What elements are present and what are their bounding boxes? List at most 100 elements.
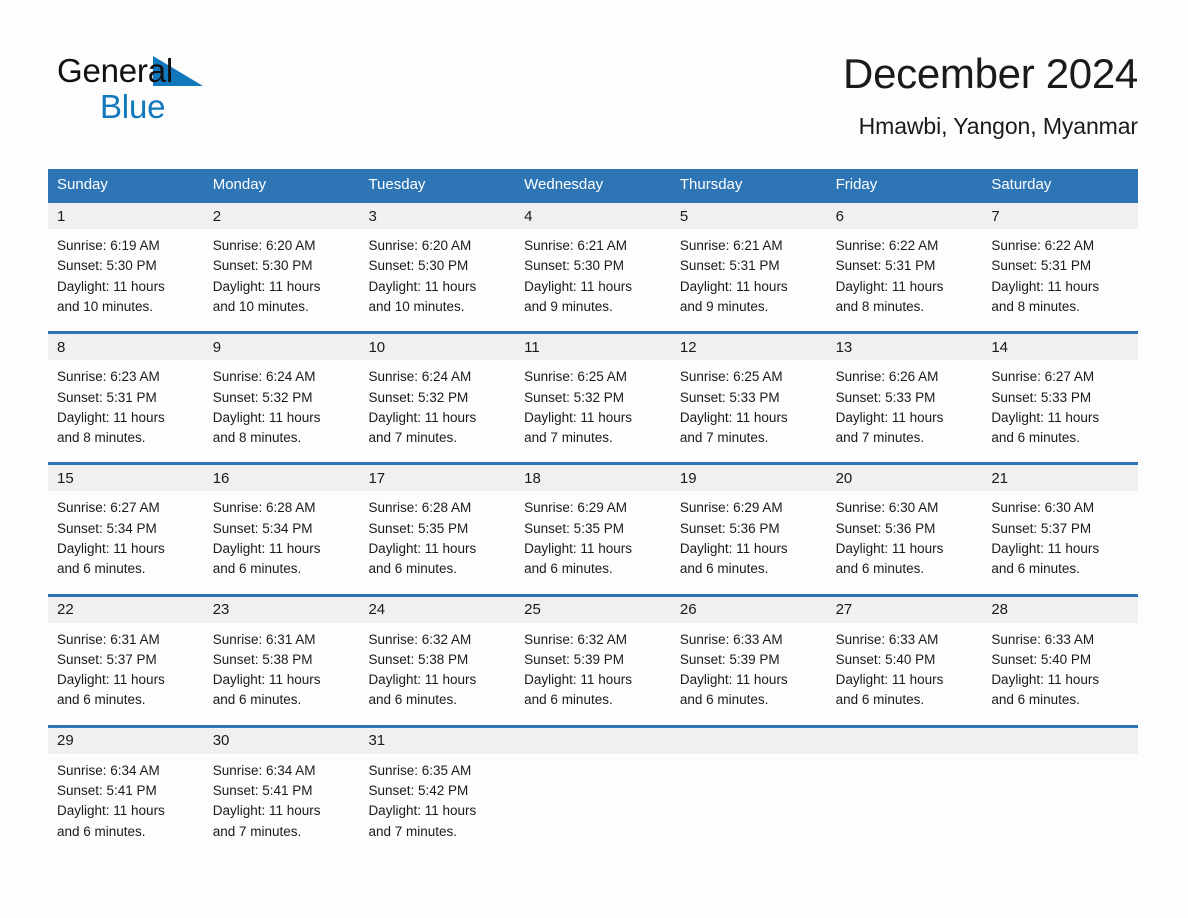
date-number: 9 (212, 338, 222, 356)
day-cell[interactable]: 19 Sunrise: 6:29 AM Sunset: 5:36 PM Dayl… (670, 465, 827, 593)
day-details: Sunrise: 6:25 AM Sunset: 5:33 PM Dayligh… (671, 360, 827, 448)
date-number: 13 (835, 338, 853, 356)
day-details: Sunrise: 6:29 AM Sunset: 5:35 PM Dayligh… (515, 491, 671, 579)
day-cell[interactable]: 10 Sunrise: 6:24 AM Sunset: 5:32 PM Dayl… (359, 334, 516, 462)
date-band: 15 (48, 465, 204, 492)
day-cell-empty (982, 727, 1139, 856)
daylight-text-line2: and 6 minutes. (835, 692, 925, 708)
sunset-text: Sunset: 5:38 PM (212, 651, 313, 667)
day-cell[interactable]: 28 Sunrise: 6:33 AM Sunset: 5:40 PM Dayl… (982, 596, 1139, 725)
daylight-text-line2: and 6 minutes. (679, 692, 769, 708)
day-cell[interactable]: 2 Sunrise: 6:20 AM Sunset: 5:30 PM Dayli… (203, 203, 360, 331)
day-cell[interactable]: 1 Sunrise: 6:19 AM Sunset: 5:30 PM Dayli… (48, 203, 204, 331)
dow-friday: Friday (835, 176, 878, 194)
daylight-text-line1: Daylight: 11 hours (212, 409, 321, 425)
day-cell[interactable]: 16 Sunrise: 6:28 AM Sunset: 5:34 PM Dayl… (203, 465, 360, 593)
daylight-text-line1: Daylight: 11 hours (57, 672, 165, 688)
day-cell[interactable]: 20 Sunrise: 6:30 AM Sunset: 5:36 PM Dayl… (826, 465, 983, 593)
sunset-text: Sunset: 5:30 PM (368, 258, 469, 274)
day-cell[interactable]: 8 Sunrise: 6:23 AM Sunset: 5:31 PM Dayli… (48, 334, 204, 462)
day-cell[interactable]: 6 Sunrise: 6:22 AM Sunset: 5:31 PM Dayli… (826, 203, 983, 331)
date-number: 17 (368, 469, 386, 487)
date-number: 31 (368, 732, 386, 750)
dow-thursday: Thursday (679, 176, 743, 194)
day-details: Sunrise: 6:33 AM Sunset: 5:39 PM Dayligh… (671, 623, 827, 711)
daylight-text-line2: and 6 minutes. (679, 561, 769, 577)
day-cell[interactable]: 17 Sunrise: 6:28 AM Sunset: 5:35 PM Dayl… (359, 465, 516, 593)
daylight-text-line2: and 6 minutes. (368, 692, 457, 708)
day-cell[interactable]: 22 Sunrise: 6:31 AM Sunset: 5:37 PM Dayl… (48, 596, 204, 725)
day-cell[interactable]: 3 Sunrise: 6:20 AM Sunset: 5:30 PM Dayli… (359, 203, 516, 331)
sunrise-text: Sunrise: 6:22 AM (835, 238, 939, 254)
day-details: Sunrise: 6:35 AM Sunset: 5:42 PM Dayligh… (359, 754, 515, 842)
calendar-page: General Blue December 2024 Hmawbi, Yango… (0, 0, 1188, 918)
day-cell[interactable]: 27 Sunrise: 6:33 AM Sunset: 5:40 PM Dayl… (826, 596, 983, 725)
day-cell[interactable]: 25 Sunrise: 6:32 AM Sunset: 5:39 PM Dayl… (515, 596, 671, 725)
day-details: Sunrise: 6:28 AM Sunset: 5:34 PM Dayligh… (204, 491, 360, 579)
week-row: 15 Sunrise: 6:27 AM Sunset: 5:34 PM Dayl… (48, 462, 1139, 593)
day-cell[interactable]: 9 Sunrise: 6:24 AM Sunset: 5:32 PM Dayli… (203, 334, 360, 462)
sunset-text: Sunset: 5:39 PM (524, 651, 624, 667)
day-cell[interactable]: 12 Sunrise: 6:25 AM Sunset: 5:33 PM Dayl… (670, 334, 827, 462)
date-band (515, 727, 671, 754)
day-cell[interactable]: 5 Sunrise: 6:21 AM Sunset: 5:31 PM Dayli… (670, 203, 827, 331)
day-cell[interactable]: 23 Sunrise: 6:31 AM Sunset: 5:38 PM Dayl… (203, 596, 360, 725)
day-cell[interactable]: 11 Sunrise: 6:25 AM Sunset: 5:32 PM Dayl… (515, 334, 671, 462)
date-band: 17 (359, 465, 516, 492)
date-band: 23 (203, 596, 360, 623)
daylight-text-line1: Daylight: 11 hours (212, 803, 321, 819)
week-row: 22 Sunrise: 6:31 AM Sunset: 5:37 PM Dayl… (48, 593, 1139, 725)
daylight-text-line2: and 6 minutes. (212, 692, 302, 708)
sunset-text: Sunset: 5:42 PM (368, 783, 469, 799)
date-band: 6 (826, 203, 983, 230)
day-cell[interactable]: 26 Sunrise: 6:33 AM Sunset: 5:39 PM Dayl… (670, 596, 827, 725)
day-cell[interactable]: 18 Sunrise: 6:29 AM Sunset: 5:35 PM Dayl… (515, 465, 671, 593)
day-cell[interactable]: 14 Sunrise: 6:27 AM Sunset: 5:33 PM Dayl… (982, 334, 1139, 462)
date-number: 10 (368, 338, 386, 356)
day-cell[interactable]: 7 Sunrise: 6:22 AM Sunset: 5:31 PM Dayli… (982, 203, 1139, 331)
date-band: 22 (48, 596, 204, 623)
daylight-text-line1: Daylight: 11 hours (524, 278, 632, 294)
daylight-text-line1: Daylight: 11 hours (368, 672, 477, 688)
sunrise-text: Sunrise: 6:33 AM (679, 631, 783, 647)
day-cell[interactable]: 15 Sunrise: 6:27 AM Sunset: 5:34 PM Dayl… (48, 465, 204, 593)
day-details: Sunrise: 6:20 AM Sunset: 5:30 PM Dayligh… (204, 229, 360, 317)
date-number: 27 (835, 601, 853, 619)
sunset-text: Sunset: 5:33 PM (679, 389, 780, 405)
date-number: 28 (991, 601, 1008, 619)
sunrise-text: Sunrise: 6:32 AM (368, 631, 472, 647)
date-band: 28 (982, 596, 1139, 623)
sunrise-text: Sunrise: 6:23 AM (57, 369, 160, 385)
sunrise-text: Sunrise: 6:28 AM (212, 500, 316, 516)
daylight-text-line2: and 7 minutes. (368, 823, 457, 839)
sunrise-text: Sunrise: 6:24 AM (368, 369, 472, 385)
daylight-text-line1: Daylight: 11 hours (679, 278, 788, 294)
daylight-text-line2: and 10 minutes. (368, 298, 465, 314)
date-number: 4 (524, 207, 533, 225)
dow-tuesday: Tuesday (368, 176, 426, 194)
daylight-text-line1: Daylight: 11 hours (679, 409, 788, 425)
daylight-text-line1: Daylight: 11 hours (57, 803, 165, 819)
day-details: Sunrise: 6:24 AM Sunset: 5:32 PM Dayligh… (359, 360, 515, 448)
date-band: 30 (203, 727, 360, 754)
daylight-text-line1: Daylight: 11 hours (57, 409, 165, 425)
day-cell[interactable]: 13 Sunrise: 6:26 AM Sunset: 5:33 PM Dayl… (826, 334, 983, 462)
day-details: Sunrise: 6:24 AM Sunset: 5:32 PM Dayligh… (204, 360, 360, 448)
day-cell[interactable]: 29 Sunrise: 6:34 AM Sunset: 5:41 PM Dayl… (48, 727, 204, 856)
day-cell[interactable]: 30 Sunrise: 6:34 AM Sunset: 5:41 PM Dayl… (203, 727, 360, 856)
day-of-week-header-row: Sunday Monday Tuesday Wednesday Thursday… (48, 169, 1138, 201)
date-band: 31 (359, 727, 516, 754)
date-number: 3 (368, 207, 377, 225)
day-details: Sunrise: 6:25 AM Sunset: 5:32 PM Dayligh… (515, 360, 671, 448)
date-number: 26 (679, 601, 697, 619)
date-band: 24 (359, 596, 516, 623)
sunrise-text: Sunrise: 6:27 AM (991, 369, 1095, 385)
day-cell[interactable]: 24 Sunrise: 6:32 AM Sunset: 5:38 PM Dayl… (359, 596, 516, 725)
day-cell[interactable]: 4 Sunrise: 6:21 AM Sunset: 5:30 PM Dayli… (515, 203, 671, 331)
daylight-text-line2: and 6 minutes. (524, 692, 613, 708)
dow-saturday: Saturday (991, 176, 1052, 194)
day-cell[interactable]: 21 Sunrise: 6:30 AM Sunset: 5:37 PM Dayl… (982, 465, 1139, 593)
day-cell[interactable]: 31 Sunrise: 6:35 AM Sunset: 5:42 PM Dayl… (359, 727, 516, 856)
date-number: 12 (679, 338, 697, 356)
date-band: 29 (48, 727, 204, 754)
